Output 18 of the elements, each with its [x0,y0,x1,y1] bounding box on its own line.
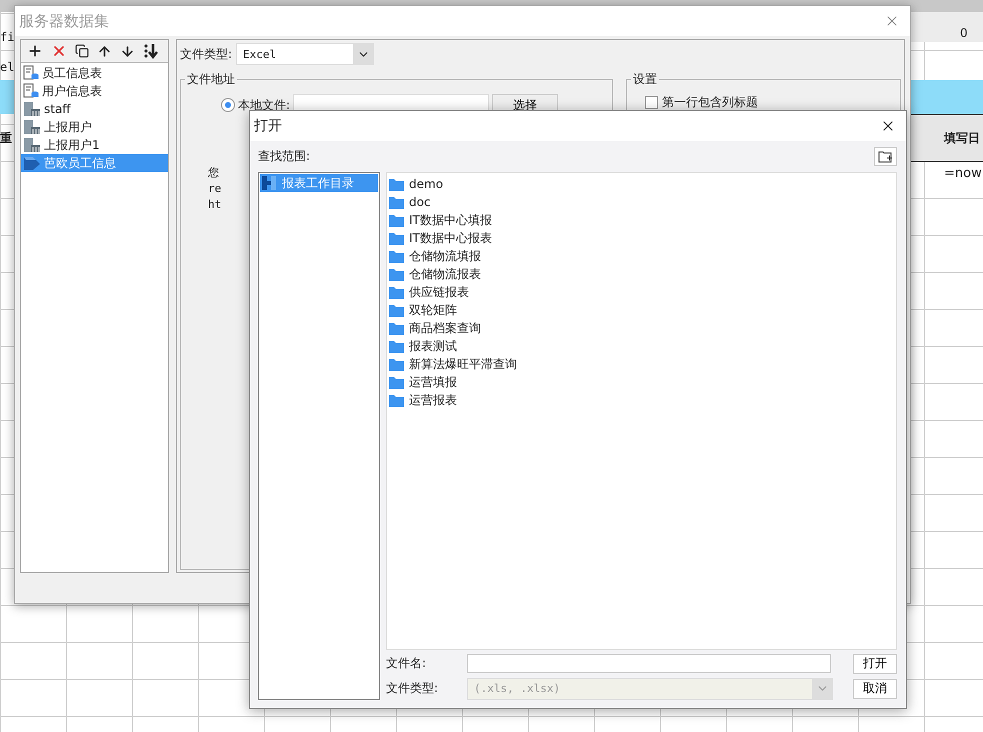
checkbox-label: 第一行包含列标题 [662,94,758,111]
dialog-title: 打开 [254,117,282,135]
look-in-label: 查找范围: [258,148,310,165]
window-title: 服务器数据集 [19,12,109,30]
cell-text: 重 [0,130,12,147]
hint-text: ht [208,198,222,212]
file-name-label: 文件名: [386,655,428,672]
cell-text: el [0,60,14,74]
file-type-label: 文件类型: [386,680,440,697]
file-type-label: 文件类型: [180,46,232,62]
group-title: 文件地址 [185,71,237,88]
hint-text: 您 [208,166,219,180]
cell-text: 填写日 [944,130,980,147]
cell-text: fi [0,30,14,44]
cell-text: =now [944,166,982,181]
local-file-label: 本地文件: [238,96,290,114]
hint-text: re [208,182,222,196]
cell-text: 0 [960,26,968,40]
